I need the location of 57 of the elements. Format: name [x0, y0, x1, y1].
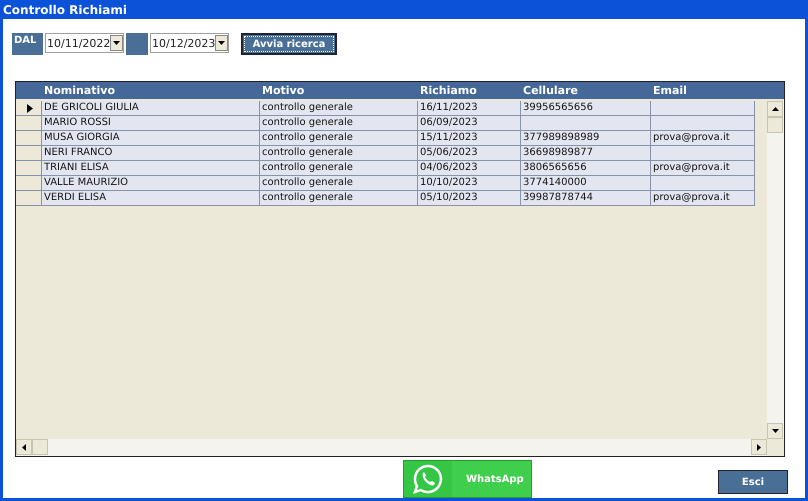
table-cell: 377989898989 [521, 131, 651, 146]
table-cell: 39956565656 [521, 101, 651, 116]
column-header[interactable]: Motivo [260, 84, 418, 97]
column-header[interactable]: Nominativo [42, 84, 260, 97]
row-indicator[interactable] [16, 101, 42, 116]
table-cell: MARIO ROSSI [42, 116, 260, 131]
scroll-left-button[interactable] [16, 439, 32, 455]
table-cell: 05/10/2023 [418, 191, 521, 206]
date-picker[interactable]: 10/11/2022 [45, 33, 124, 53]
table-cell: MUSA GIORGIA [42, 131, 260, 146]
table-cell: 16/11/2023 [418, 101, 521, 116]
table-cell: controllo generale [260, 101, 418, 116]
label-block [126, 33, 148, 55]
table-cell: DE GRICOLI GIULIA [42, 101, 260, 116]
table-cell: 05/06/2023 [418, 146, 521, 161]
exit-button[interactable]: Esci [718, 470, 788, 494]
table-cell: TRIANI ELISA [42, 161, 260, 176]
table-cell: 3806565656 [521, 161, 651, 176]
table-cell: controllo generale [260, 146, 418, 161]
table-cell: 10/10/2023 [418, 176, 521, 191]
left-arrow-icon [20, 442, 28, 452]
scroll-right-button[interactable] [751, 439, 767, 455]
search-button[interactable]: Avvia ricerca [241, 33, 337, 55]
table-cell: NERI FRANCO [42, 146, 260, 161]
up-arrow-icon [770, 104, 780, 114]
table-cell: prova@prova.it [651, 191, 755, 206]
table-cell: controllo generale [260, 116, 418, 131]
scroll-thumb[interactable] [32, 439, 48, 455]
scroll-thumb[interactable] [767, 117, 783, 133]
from-label: DAL [12, 33, 43, 55]
right-arrow-icon [754, 442, 764, 452]
phone-bubble-icon [413, 464, 443, 494]
column-header[interactable]: Email [651, 84, 755, 97]
table-cell: controllo generale [260, 191, 418, 206]
table-cell: controllo generale [260, 176, 418, 191]
dropdown-arrow-icon [112, 38, 122, 48]
down-arrow-icon [770, 426, 780, 436]
table-cell: prova@prova.it [651, 131, 755, 146]
row-pointer-icon [26, 104, 32, 112]
date-picker[interactable]: 10/12/2023 [150, 33, 229, 53]
table-cell: 36698989877 [521, 146, 651, 161]
table-cell: controllo generale [260, 161, 418, 176]
table-cell: 06/09/2023 [418, 116, 521, 131]
scroll-down-button[interactable] [767, 423, 783, 439]
table-cell: VERDI ELISA [42, 191, 260, 206]
column-header[interactable]: Cellulare [521, 84, 651, 97]
table-cell: prova@prova.it [651, 161, 755, 176]
column-header[interactable]: Richiamo [418, 84, 521, 97]
dropdown-arrow-icon [217, 38, 226, 48]
table-cell: controllo generale [260, 131, 418, 146]
table-cell: 39987878744 [521, 191, 651, 206]
scroll-up-button[interactable] [767, 101, 783, 117]
window-title: Controllo Richiami [3, 2, 127, 16]
table-cell: VALLE MAURIZIO [42, 176, 260, 191]
table-cell: 04/06/2023 [418, 161, 521, 176]
table-cell: 3774140000 [521, 176, 651, 191]
table-cell: 15/11/2023 [418, 131, 521, 146]
